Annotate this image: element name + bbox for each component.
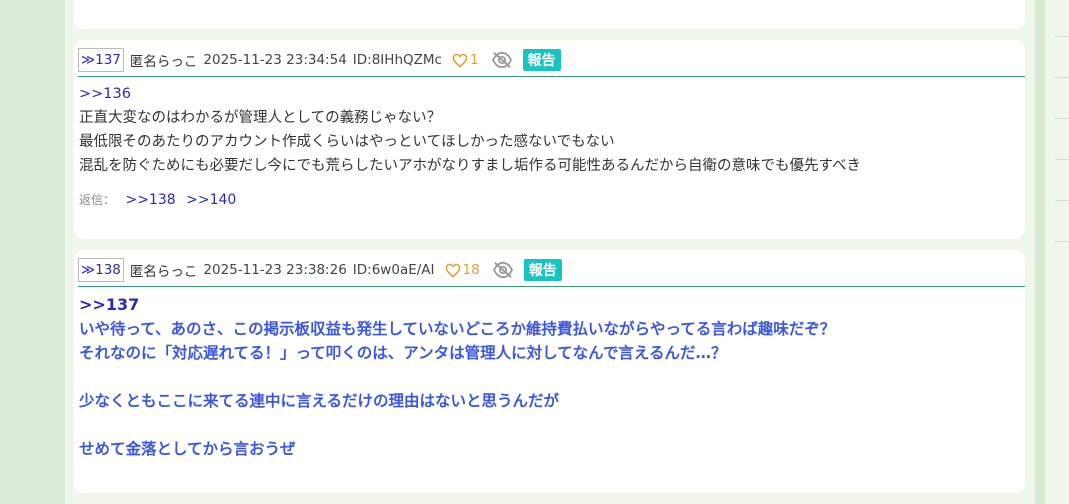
right-sidebar xyxy=(1045,0,1069,504)
poster-id: ID:8IHhQZMc xyxy=(352,52,442,68)
poster-name: 匿名らっこ xyxy=(129,54,198,70)
reply-anchor-link[interactable]: >>137 xyxy=(79,293,1015,317)
sidebar-divider xyxy=(1055,118,1069,119)
hide-post-button[interactable] xyxy=(491,51,513,69)
post-date: 2025-11-23 23:34:54 xyxy=(203,52,347,68)
heart-icon xyxy=(452,53,468,68)
previous-post-card xyxy=(74,0,1025,29)
hide-post-button[interactable] xyxy=(492,261,514,279)
sidebar-divider xyxy=(1055,159,1069,160)
eye-off-icon xyxy=(492,261,513,279)
post-text-line: それなのに「対応遅れてる！」って叩くのは、アンタは管理人に対してなんで言えるんだ… xyxy=(79,344,727,362)
post-text-line: いや待って、あのさ、この掲示板収益も発生していないどころか維持費払いながらやって… xyxy=(79,320,836,338)
replies-label: 返信： xyxy=(79,193,116,207)
post-text-line: 混乱を防ぐためにも必要だし今にでも荒らしたいアホがなりすまし垢作る可能性あるんだ… xyxy=(79,158,861,174)
replies-list: 返信： >>138 >>140 xyxy=(79,191,236,208)
like-button[interactable]: 1 xyxy=(452,52,479,68)
sidebar-divider xyxy=(1055,241,1069,242)
eye-off-icon xyxy=(491,51,512,69)
sidebar-divider xyxy=(1055,36,1069,37)
like-count: 1 xyxy=(469,52,479,68)
post-number-link[interactable]: ≫137 xyxy=(78,48,124,72)
post-number-link[interactable]: ≫138 xyxy=(78,258,124,282)
post-text-line: せめて金落としてから言おうぜ xyxy=(79,440,296,458)
report-button[interactable]: 報告 xyxy=(522,49,561,71)
post-text-line: 正直大変なのはわかるが管理人としての義務じゃない？ xyxy=(79,110,442,126)
poster-name: 匿名らっこ xyxy=(129,264,198,280)
heart-icon xyxy=(445,263,460,278)
reply-anchor-link[interactable]: >>136 xyxy=(79,83,1015,107)
post-card: ≫138 匿名らっこ 2025-11-23 23:38:26 ID:6w0aE/… xyxy=(74,250,1025,493)
post-date: 2025-11-23 23:38:26 xyxy=(203,262,347,278)
reply-link[interactable]: >>140 xyxy=(186,192,236,208)
post-body: >>136 正直大変なのはわかるが管理人としての義務じゃない？ 最低限そのあたり… xyxy=(79,83,1015,179)
report-button[interactable]: 報告 xyxy=(523,259,562,281)
post-text-line xyxy=(79,413,1015,437)
like-count: 18 xyxy=(462,262,480,278)
like-button[interactable]: 18 xyxy=(445,262,480,278)
reply-link[interactable]: >>138 xyxy=(125,192,175,208)
post-text-line: 最低限そのあたりのアカウント作成くらいはやっといてほしかった感ないでもない xyxy=(79,134,615,150)
sidebar-divider xyxy=(1055,200,1069,201)
sidebar-divider xyxy=(1055,77,1069,78)
poster-id: ID:6w0aE/AI xyxy=(352,262,435,278)
post-header: ≫138 匿名らっこ 2025-11-23 23:38:26 ID:6w0aE/… xyxy=(78,254,1025,287)
post-body: >>137 いや待って、あのさ、この掲示板収益も発生していないどころか維持費払い… xyxy=(79,293,1015,461)
post-header: ≫137 匿名らっこ 2025-11-23 23:34:54 ID:8IHhQZ… xyxy=(78,44,1025,77)
post-text-line xyxy=(79,365,1015,389)
post-text-line: 少なくともここに来てる連中に言えるだけの理由はないと思うんだが xyxy=(79,392,560,410)
post-card: ≫137 匿名らっこ 2025-11-23 23:34:54 ID:8IHhQZ… xyxy=(74,40,1025,239)
